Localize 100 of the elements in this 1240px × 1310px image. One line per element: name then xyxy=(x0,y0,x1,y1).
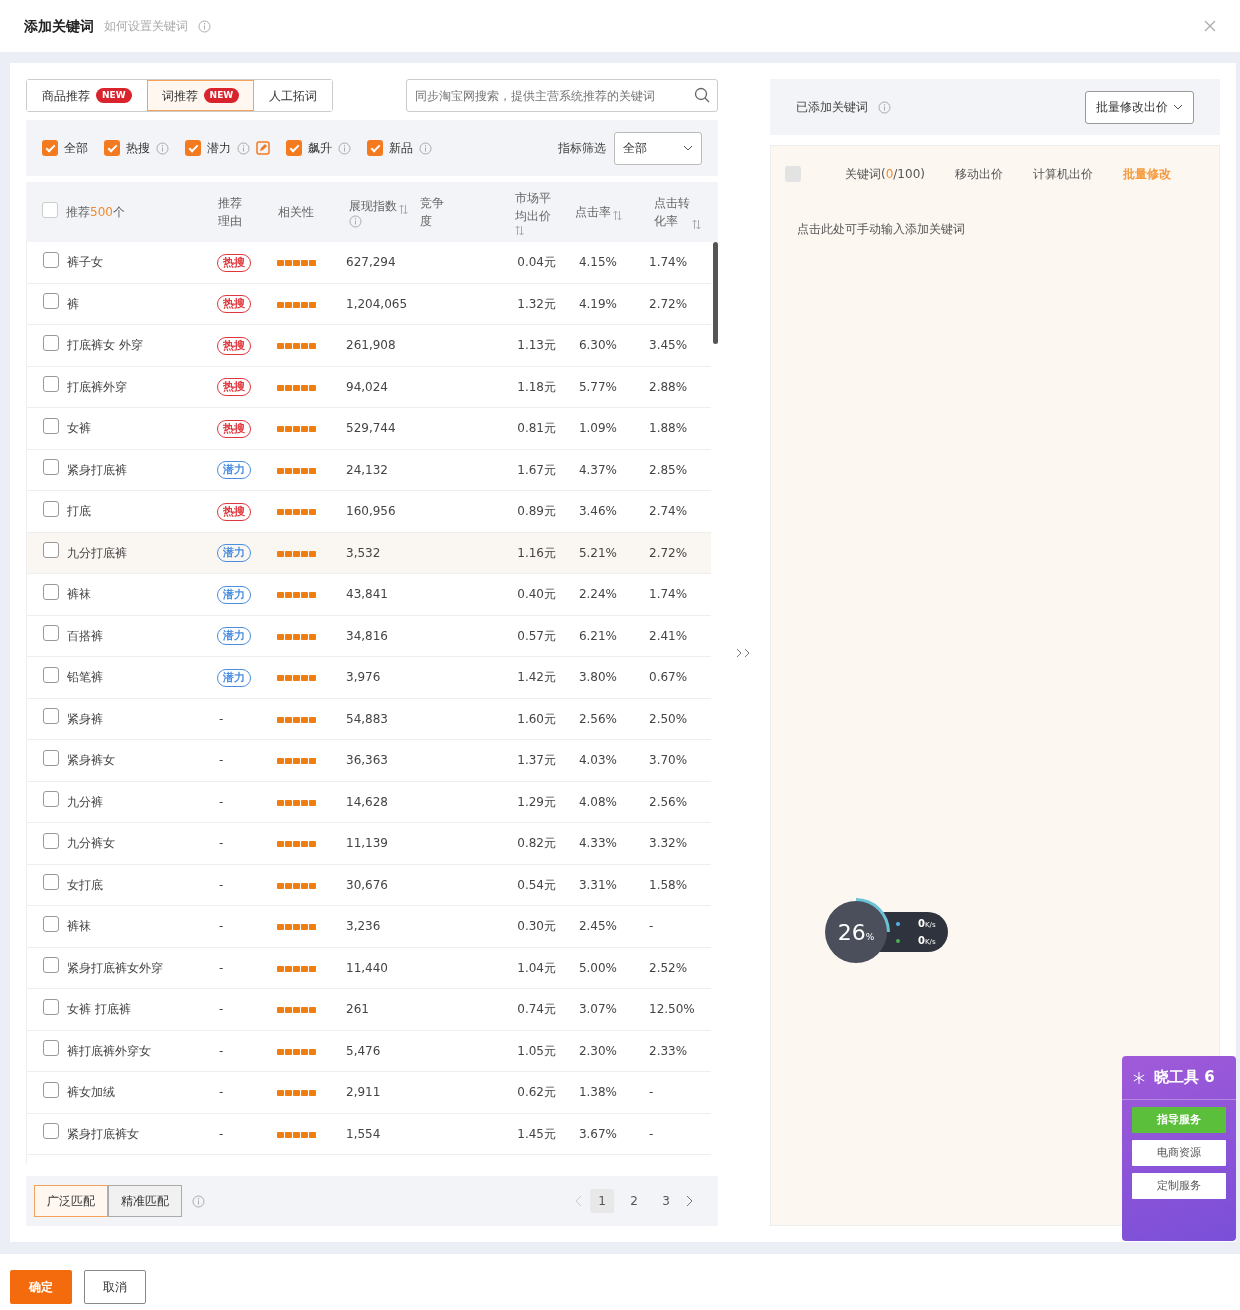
conversion-cell: 1.74% xyxy=(649,255,688,270)
impressions-cell: 5,476 xyxy=(346,1043,381,1058)
reason-cell-text: - xyxy=(218,836,224,851)
column-header: 竞争度 xyxy=(420,195,445,230)
checkbox[interactable] xyxy=(43,251,59,268)
checkbox[interactable] xyxy=(43,500,59,517)
table-row[interactable]: 铅笔裤 潜力 3,976 1.42元 3.80% 0.67% xyxy=(27,657,711,699)
checkbox[interactable] xyxy=(43,1040,59,1057)
chevron-down-icon xyxy=(1173,104,1183,110)
checkbox[interactable] xyxy=(43,998,59,1015)
table-row[interactable]: 裤袜 潜力 43,841 0.40元 2.24% 1.74% xyxy=(27,574,711,616)
batch-bid-dropdown[interactable]: 批量修改出价 xyxy=(1085,90,1194,124)
conversion-cell: 3.32% xyxy=(649,836,688,851)
chevron-left-icon[interactable] xyxy=(574,1195,582,1207)
checkbox[interactable] xyxy=(43,915,59,932)
table-row[interactable]: 女裤 打底裤 - 261 0.74元 3.07% 12.50% xyxy=(27,989,711,1031)
conversion-cell: 2.33% xyxy=(649,1043,688,1058)
sort-icon[interactable] xyxy=(612,210,622,221)
impressions-cell: 11,139 xyxy=(346,836,388,851)
match-type-tab[interactable]: 精准匹配 xyxy=(108,1185,182,1217)
table-row[interactable]: 打底裤外穿 热搜 94,024 1.18元 5.77% 2.88% xyxy=(27,366,711,408)
checkbox[interactable] xyxy=(185,140,201,156)
ctr-cell: 6.30% xyxy=(578,338,617,353)
impressions-cell: 160,956 xyxy=(346,504,396,519)
table-row[interactable]: 女裤 热搜 529,744 0.81元 1.09% 1.88% xyxy=(27,408,711,450)
checkbox[interactable] xyxy=(43,957,59,974)
table-row[interactable]: 九分裤女 - 11,139 0.82元 4.33% 3.32% xyxy=(27,823,711,865)
ctr-cell: 2.30% xyxy=(578,1043,617,1058)
page-button[interactable]: 1 xyxy=(590,1189,614,1213)
checkbox[interactable] xyxy=(43,791,59,808)
chevron-right-icon[interactable] xyxy=(686,1195,694,1207)
sort-icon[interactable] xyxy=(399,203,408,215)
sort-icon[interactable] xyxy=(691,219,701,230)
dot-icon xyxy=(896,921,900,926)
table-row[interactable]: 女打底 - 30,676 0.54元 3.31% 1.58% xyxy=(27,864,711,906)
match-type-tab[interactable]: 广泛匹配 xyxy=(34,1185,108,1217)
table-row[interactable]: 九分裤 - 14,628 1.29元 4.08% 2.56% xyxy=(27,781,711,823)
bid-cell: 1.05元 xyxy=(517,1043,556,1058)
search-field[interactable]: 同步淘宝网搜索，提供主营系统推荐的关键词 xyxy=(406,79,718,112)
memory-percent: 26% xyxy=(837,918,875,947)
checkbox[interactable] xyxy=(43,874,59,891)
tab[interactable]: 词推荐 NEW xyxy=(146,80,255,111)
impressions-cell: 34,816 xyxy=(346,628,388,643)
table-row[interactable]: 裤 热搜 1,204,065 1.32元 4.19% 2.72% xyxy=(27,283,711,325)
scrollbar[interactable] xyxy=(713,242,718,344)
conversion-cell: 2.41% xyxy=(649,628,688,643)
checkbox[interactable] xyxy=(43,293,59,310)
conversion-cell: 2.88% xyxy=(649,379,688,394)
table-row[interactable]: 九分打底裤 潜力 3,532 1.16元 5.21% 2.72% xyxy=(27,532,711,574)
checkbox[interactable] xyxy=(367,140,383,156)
checkbox[interactable] xyxy=(286,140,302,156)
checkbox[interactable] xyxy=(43,625,59,642)
column-header: 关键词(0/100) xyxy=(845,166,925,183)
checkbox[interactable] xyxy=(43,1081,59,1098)
page-button[interactable]: 3 xyxy=(654,1189,678,1213)
edit-icon[interactable] xyxy=(256,141,270,155)
checkbox[interactable] xyxy=(43,832,59,849)
conversion-cell: 2.50% xyxy=(649,711,688,726)
checkbox[interactable] xyxy=(43,583,59,600)
bid-cell: 0.57元 xyxy=(517,628,556,643)
ctr-cell: 2.56% xyxy=(578,711,617,726)
close-icon[interactable] xyxy=(1204,20,1216,32)
table-row[interactable]: 紧身裤女 - 36,363 1.37元 4.03% 3.70% xyxy=(27,740,711,782)
page-button[interactable]: 2 xyxy=(622,1189,646,1213)
table-row[interactable]: 打底 热搜 160,956 0.89元 3.46% 2.74% xyxy=(27,491,711,533)
checkbox[interactable] xyxy=(43,459,59,476)
table-row[interactable]: 裤女加绒 - 2,911 0.62元 1.38% - xyxy=(27,1072,711,1114)
impressions-cell: 11,440 xyxy=(346,960,388,975)
checkbox[interactable] xyxy=(43,376,59,393)
checkbox[interactable] xyxy=(43,542,59,559)
table-row[interactable]: 裤袜 - 3,236 0.30元 2.45% - xyxy=(27,906,711,948)
keyword-cell: 九分打底裤 xyxy=(67,545,127,560)
table-row[interactable]: 紧身打底裤女 - 1,554 1.45元 3.67% - xyxy=(27,1113,711,1155)
table-row[interactable]: 打底裤女 外穿 热搜 261,908 1.13元 6.30% 3.45% xyxy=(27,325,711,367)
info-icon xyxy=(192,1194,205,1208)
checkbox[interactable] xyxy=(43,708,59,725)
table-row[interactable]: 裤子女 热搜 627,294 0.04元 4.15% 1.74% xyxy=(27,242,711,284)
table-row[interactable]: 百搭裤 潜力 34,816 0.57元 6.21% 2.41% xyxy=(27,615,711,657)
checkbox[interactable] xyxy=(43,749,59,766)
checkbox[interactable] xyxy=(43,417,59,434)
manual-input-hint[interactable]: 点击此处可手动输入添加关键词 xyxy=(771,202,1219,256)
cancel-button[interactable]: 取消 xyxy=(84,1270,146,1304)
checkbox[interactable] xyxy=(43,1123,59,1140)
tool-button[interactable]: 电商资源 xyxy=(1132,1140,1226,1166)
select-all-checkbox[interactable] xyxy=(42,201,58,218)
impressions-cell: 3,236 xyxy=(346,919,381,934)
table-row[interactable]: 紧身打底裤 潜力 24,132 1.67元 4.37% 2.85% xyxy=(27,449,711,491)
table-row[interactable]: 紧身裤 - 54,883 1.60元 2.56% 2.50% xyxy=(27,698,711,740)
checkbox[interactable] xyxy=(104,140,120,156)
filter-dropdown[interactable]: 全部 xyxy=(614,131,702,165)
speed-meter-gauge[interactable]: 26% xyxy=(822,898,890,966)
bid-cell: 1.04元 xyxy=(517,960,556,975)
table-row[interactable]: 裤打底裤外穿女 - 5,476 1.05元 2.30% 2.33% xyxy=(27,1030,711,1072)
checkbox[interactable] xyxy=(42,140,58,156)
ctr-cell: 3.46% xyxy=(578,504,617,519)
checkbox[interactable] xyxy=(43,334,59,351)
checkbox[interactable] xyxy=(43,666,59,683)
sort-icon[interactable] xyxy=(515,224,524,236)
table-row[interactable]: 紧身打底裤女外穿 - 11,440 1.04元 5.00% 2.52% xyxy=(27,947,711,989)
tool-button[interactable]: 定制服务 xyxy=(1132,1173,1226,1199)
